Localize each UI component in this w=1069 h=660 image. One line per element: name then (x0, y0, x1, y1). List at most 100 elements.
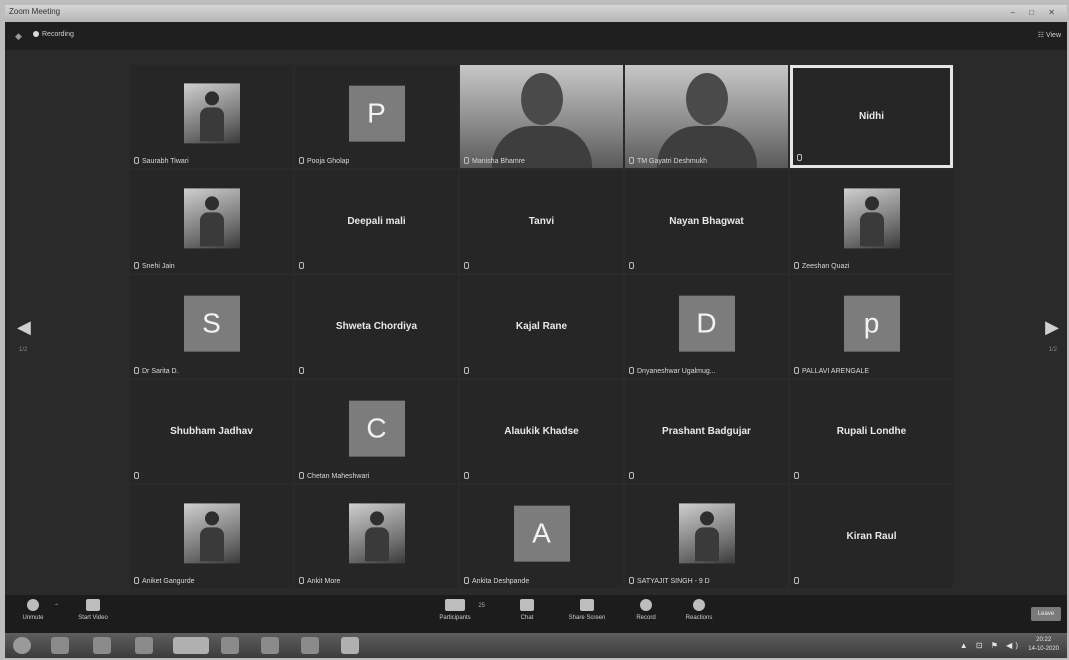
chat-button[interactable]: Chat (513, 599, 541, 621)
participant-tile[interactable]: Deepali mali (295, 170, 458, 273)
participant-name-label: Snehi Jain (134, 262, 175, 270)
participant-tile[interactable]: Shubham Jadhav (130, 380, 293, 483)
participant-tile[interactable]: A Ankita Deshpande (460, 485, 623, 588)
participant-tile[interactable]: Nidhi (790, 65, 953, 168)
previous-page-arrow-icon[interactable]: ◀ (17, 317, 31, 338)
unmute-button[interactable]: Unmute ⌃ (15, 599, 59, 621)
muted-mic-icon (299, 262, 304, 269)
participants-label: Participants (439, 615, 471, 621)
next-page-arrow-icon[interactable]: ▶ (1045, 317, 1059, 338)
system-tray[interactable]: ▲ ⊡ ⚑ ◀) (960, 641, 1021, 650)
participant-name-label (797, 154, 805, 162)
start-video-button[interactable]: Start Video (71, 599, 115, 621)
file-explorer-icon[interactable] (93, 637, 111, 654)
audio-options-chevron-icon[interactable]: ⌃ (54, 603, 59, 610)
recording-dot-icon (33, 31, 39, 37)
participant-video (460, 65, 623, 168)
avatar-initial: A (513, 505, 570, 562)
participant-name-label: Dr Sarita D. (134, 367, 179, 375)
participant-name-label (629, 262, 637, 270)
muted-mic-icon (797, 154, 802, 161)
participant-tile[interactable]: Kiran Raul (790, 485, 953, 588)
participant-display-name: Kajal Rane (515, 321, 568, 332)
profile-photo (843, 187, 900, 248)
share-screen-label: Share Screen (568, 615, 606, 621)
unmute-label: Unmute (22, 615, 44, 621)
participant-tile[interactable]: Alaukik Khadse (460, 380, 623, 483)
meeting-topbar: ◆ Recording ☷ View (5, 22, 1067, 50)
record-label: Record (636, 615, 656, 621)
muted-mic-icon (464, 472, 469, 479)
participant-name-text: Manisha Bhamre (472, 158, 525, 165)
participant-display-name: Kiran Raul (846, 531, 897, 542)
participant-name-text: Ankita Deshpande (472, 578, 530, 585)
avatar-initial: S (183, 295, 240, 352)
participant-name-label: TM Gayatri Deshmukh (629, 157, 707, 165)
participant-name-text: Saurabh Tiwari (142, 158, 189, 165)
participant-name-text: Zeeshan Quazi (802, 263, 850, 270)
participant-tile[interactable]: Kajal Rane (460, 275, 623, 378)
media-player-icon[interactable] (173, 637, 209, 654)
record-icon (640, 599, 652, 611)
profile-photo (678, 502, 735, 563)
pdf-reader-icon[interactable] (261, 637, 279, 654)
participant-tile[interactable]: Ankit More (295, 485, 458, 588)
participant-tile[interactable]: D Dnyaneshwar Ugalmug... (625, 275, 788, 378)
participant-name-text: PALLAVI ARENGALE (802, 368, 870, 375)
taskbar-app-icon[interactable] (51, 637, 69, 654)
participant-name-label: Manisha Bhamre (464, 157, 525, 165)
leave-button[interactable]: Leave (1031, 607, 1061, 621)
participant-tile[interactable]: Aniket Gangurde (130, 485, 293, 588)
participant-tile[interactable]: SATYAJIT SINGH - 9 D (625, 485, 788, 588)
avatar-initial: P (348, 85, 405, 142)
taskbar-clock[interactable]: 20:22 14-10-2020 (1028, 636, 1059, 654)
chrome-icon[interactable] (135, 637, 153, 654)
clock-date: 14-10-2020 (1028, 646, 1059, 652)
participant-tile[interactable]: P Pooja Gholap (295, 65, 458, 168)
participant-name-label (299, 262, 307, 270)
participant-tile[interactable]: p PALLAVI ARENGALE (790, 275, 953, 378)
participants-button[interactable]: Participants 25 (433, 599, 485, 621)
participant-tile[interactable]: Manisha Bhamre (460, 65, 623, 168)
clock-time: 20:22 (1036, 637, 1052, 643)
share-screen-icon (580, 599, 594, 611)
internet-explorer-icon[interactable] (221, 637, 239, 654)
participant-tile[interactable]: Saurabh Tiwari (130, 65, 293, 168)
microphone-icon (27, 599, 39, 611)
security-shield-icon[interactable]: ◆ (15, 31, 22, 42)
muted-mic-icon (629, 367, 634, 374)
chat-bubble-icon (520, 599, 534, 611)
meeting-controls-bar: Unmute ⌃ Start Video Participants 25 Cha… (5, 595, 1067, 633)
participant-tile[interactable]: Nayan Bhagwat (625, 170, 788, 273)
participant-display-name: Nidhi (859, 111, 884, 122)
record-button[interactable]: Record (631, 599, 661, 621)
recording-label: Recording (42, 31, 74, 38)
participant-tile[interactable]: Zeeshan Quazi (790, 170, 953, 273)
view-button[interactable]: ☷ View (1038, 31, 1061, 39)
avatar-initial: p (843, 295, 900, 352)
profile-photo (183, 502, 240, 563)
muted-mic-icon (794, 262, 799, 269)
start-button-icon[interactable] (13, 637, 31, 654)
participant-display-name: Shubham Jadhav (170, 426, 253, 437)
window-controls[interactable]: – □ ✕ (1011, 8, 1061, 17)
video-person-head (520, 73, 563, 125)
share-screen-button[interactable]: Share Screen (561, 599, 613, 621)
participant-tile[interactable]: Shweta Chordiya (295, 275, 458, 378)
participant-tile[interactable]: Rupali Londhe (790, 380, 953, 483)
taskbar-app-2-icon[interactable] (301, 637, 319, 654)
participant-tile[interactable]: Tanvi (460, 170, 623, 273)
reactions-button[interactable]: Reactions (679, 599, 719, 621)
participant-tile[interactable]: S Dr Sarita D. (130, 275, 293, 378)
participant-tile[interactable]: Snehi Jain (130, 170, 293, 273)
muted-mic-icon (794, 472, 799, 479)
muted-mic-icon (299, 157, 304, 164)
participant-tile[interactable]: Prashant Badgujar (625, 380, 788, 483)
profile-photo (183, 82, 240, 143)
participant-tile[interactable]: TM Gayatri Deshmukh (625, 65, 788, 168)
reactions-label: Reactions (685, 615, 713, 621)
participant-name-label: Aniket Gangurde (134, 577, 195, 585)
zoom-taskbar-icon[interactable] (341, 637, 359, 654)
participant-display-name: Alaukik Khadse (504, 426, 579, 437)
participant-tile[interactable]: C Chetan Maheshwari (295, 380, 458, 483)
